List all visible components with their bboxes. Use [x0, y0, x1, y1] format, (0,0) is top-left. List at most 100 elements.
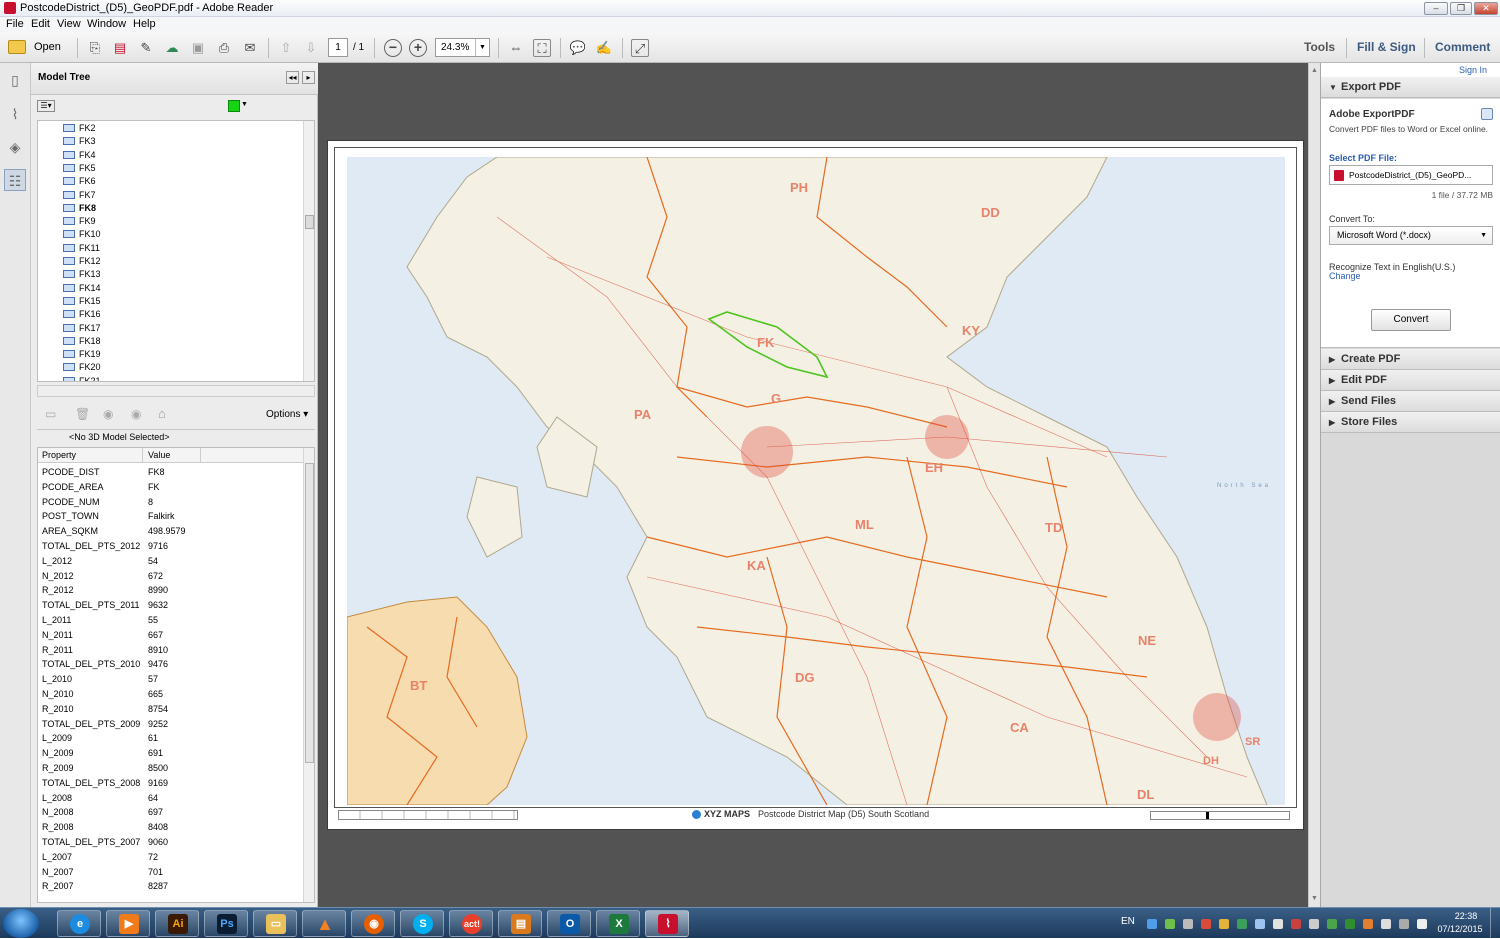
tray-app-icon[interactable]	[1237, 919, 1247, 929]
model-tree-icon[interactable]: ☷	[4, 169, 26, 191]
upload-cloud-icon[interactable]: ☁	[163, 39, 181, 57]
export-pdf-icon[interactable]: ▤	[111, 39, 129, 57]
page-thumbnails-icon[interactable]: ▯	[4, 69, 26, 91]
property-row[interactable]: N_2010 665	[42, 687, 302, 702]
create-pdf-icon[interactable]: ⎘	[86, 39, 104, 57]
property-row[interactable]: TOTAL_DEL_PTS_2007 9060	[42, 835, 302, 850]
document-scrollbar[interactable]: ▲ ▼	[1308, 63, 1320, 907]
scroll-up-icon[interactable]: ▲	[1311, 67, 1318, 74]
tree-item[interactable]: FK20	[63, 361, 101, 374]
full-screen-icon[interactable]: ⤢	[631, 39, 649, 57]
fit-width-icon[interactable]: ⇔	[507, 39, 525, 57]
view-icon[interactable]: ▭	[45, 407, 56, 421]
tree-item[interactable]: FK17	[63, 322, 101, 335]
property-row[interactable]: R_2009 8500	[42, 761, 302, 776]
tray-flag-icon[interactable]	[1417, 919, 1427, 929]
clock-time[interactable]: 22:38	[1446, 911, 1486, 921]
menu-edit[interactable]: Edit	[31, 18, 50, 30]
taskbar-outlook[interactable]: O	[547, 910, 591, 937]
property-row[interactable]: PCODE_DIST FK8	[42, 465, 302, 480]
menu-help[interactable]: Help	[133, 18, 156, 30]
properties-table[interactable]: Property Value PCODE_DIST FK8 PCODE_AREA FK…	[37, 447, 315, 903]
tray-app-icon[interactable]	[1183, 919, 1193, 929]
property-row[interactable]: TOTAL_DEL_PTS_2010 9476	[42, 657, 302, 672]
tree-item[interactable]: FK13	[63, 268, 101, 281]
maximize-button[interactable]: ❐	[1450, 2, 1472, 15]
property-row[interactable]: R_2012 8990	[42, 583, 302, 598]
convert-format-dropdown[interactable]: Microsoft Word (*.docx) ▼	[1329, 226, 1493, 245]
taskbar-adobe-reader[interactable]: ⌇	[645, 910, 689, 937]
tray-app-icon[interactable]	[1381, 919, 1391, 929]
tree-item[interactable]: FK3	[63, 135, 96, 148]
tree-item[interactable]: FK4	[63, 149, 96, 162]
taskbar-firefox[interactable]: ◉	[351, 910, 395, 937]
email-icon[interactable]: ✉	[241, 39, 259, 57]
menu-file[interactable]: File	[6, 18, 24, 30]
minimize-button[interactable]: –	[1424, 2, 1448, 15]
property-row[interactable]: L_2008 64	[42, 791, 302, 806]
edit-pdf-icon[interactable]: ✎	[137, 39, 155, 57]
tree-item[interactable]: FK9	[63, 215, 96, 228]
tree-item[interactable]: FK7	[63, 189, 96, 202]
menu-window[interactable]: Window	[87, 18, 126, 30]
property-row[interactable]: R_2008 8408	[42, 820, 302, 835]
property-row[interactable]: L_2012 54	[42, 554, 302, 569]
tray-app-icon[interactable]	[1165, 919, 1175, 929]
property-row[interactable]: TOTAL_DEL_PTS_2012 9716	[42, 539, 302, 554]
clock-date[interactable]: 07/12/2015	[1434, 924, 1486, 934]
tree-item[interactable]: FK21	[63, 375, 101, 381]
property-row[interactable]: N_2009 691	[42, 746, 302, 761]
tree-item[interactable]: FK11	[63, 242, 100, 255]
convert-button[interactable]: Convert	[1371, 309, 1451, 331]
show-desktop-button[interactable]	[1490, 908, 1500, 939]
tree-item[interactable]: FK6	[63, 175, 96, 188]
home-icon[interactable]: ⌂	[158, 406, 166, 421]
save-icon[interactable]: ▣	[189, 39, 207, 57]
print-icon[interactable]: ⎙	[215, 39, 233, 57]
property-row[interactable]: R_2007 8287	[42, 879, 302, 894]
open-button[interactable]: Open	[34, 41, 61, 53]
close-button[interactable]: ✕	[1474, 2, 1498, 15]
fit-page-icon[interactable]: ⛶	[533, 39, 551, 57]
tree-item[interactable]: FK10	[63, 228, 101, 241]
property-row[interactable]: L_2011 55	[42, 613, 302, 628]
attachments-icon[interactable]: ⌇	[4, 103, 26, 125]
tree-horizontal-scrollbar[interactable]	[37, 385, 315, 397]
tray-app-icon[interactable]	[1399, 919, 1409, 929]
change-language-link[interactable]: Change	[1329, 271, 1361, 281]
postcode-map[interactable]: PH DD FK KY PA G EH ML TD KA NE DG BT CA…	[347, 157, 1285, 805]
sign-in-link[interactable]: Sign In	[1459, 65, 1487, 75]
tree-view-options-icon[interactable]: ☰▾	[37, 100, 55, 112]
selected-file-field[interactable]: PostcodeDistrict_(D5)_GeoPD...	[1329, 165, 1493, 185]
menu-view[interactable]: View	[57, 18, 81, 30]
chevron-down-icon[interactable]: ▼	[241, 101, 248, 108]
start-button[interactable]	[3, 909, 39, 938]
property-row[interactable]: POST_TOWN Falkirk	[42, 509, 302, 524]
tree-item[interactable]: FK19	[63, 348, 101, 361]
tree-item[interactable]: FK8	[63, 202, 96, 215]
property-column-header[interactable]: Property	[42, 450, 76, 460]
scroll-down-icon[interactable]: ▼	[1311, 895, 1318, 902]
tray-app-icon[interactable]	[1255, 919, 1265, 929]
zoom-in-icon[interactable]: +	[409, 39, 427, 57]
property-row[interactable]: TOTAL_DEL_PTS_2008 9169	[42, 776, 302, 791]
property-row[interactable]: AREA_SQKM 498.9579	[42, 524, 302, 539]
tray-app-icon[interactable]	[1363, 919, 1373, 929]
tree-item[interactable]: FK2	[63, 122, 96, 135]
edit-pdf-section[interactable]: ▶ Edit PDF	[1321, 370, 1500, 391]
tray-app-icon[interactable]	[1327, 919, 1337, 929]
property-row[interactable]: R_2010 8754	[42, 702, 302, 717]
tools-tab[interactable]: Tools	[1304, 40, 1335, 54]
export-pdf-section-header[interactable]: ▼ Export PDF	[1321, 77, 1500, 98]
back-icon[interactable]: ◉	[103, 407, 113, 421]
store-files-section[interactable]: ▶ Store Files	[1321, 412, 1500, 433]
comment-tab[interactable]: Comment	[1435, 40, 1490, 54]
create-pdf-section[interactable]: ▶ Create PDF	[1321, 349, 1500, 370]
exportpdf-info-icon[interactable]	[1481, 108, 1493, 120]
taskbar-photoshop[interactable]: Ps	[204, 910, 248, 937]
model-tree-list[interactable]: FK2 FK3 FK4 FK5 FK6 FK7 FK8 FK9 FK10 FK11 FK12 FK13…	[37, 120, 315, 382]
tree-item[interactable]: FK15	[63, 295, 101, 308]
previous-page-icon[interactable]: ⇧	[277, 39, 295, 57]
options-menu[interactable]: Options ▾	[266, 409, 308, 420]
properties-scrollbar[interactable]	[303, 448, 314, 902]
